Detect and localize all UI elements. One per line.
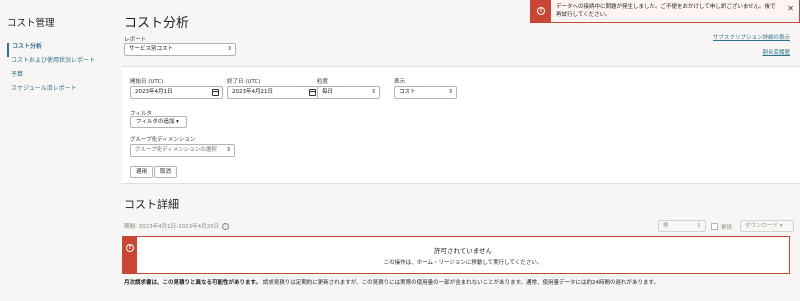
period-value: 期間: 2023年4月1日-2023年4月25日 (124, 224, 220, 230)
report-select[interactable]: サービス別コスト ⇕ (124, 43, 236, 56)
billing-note: 月次請求書は、この見積りと異なる可能性があります。 請求見積りは定期的に更新され… (124, 279, 800, 288)
show-select[interactable]: コスト ⇕ (394, 86, 457, 99)
report-label: レポート (124, 37, 147, 43)
caret-down-icon: ▾ (176, 119, 179, 125)
end-date-value: 2023年4月21日 (232, 89, 273, 95)
period-text: 期間: 2023年4月1日-2023年4月25日 i (124, 222, 230, 230)
error-side-bar: ! (123, 237, 137, 273)
show-value: コスト (399, 89, 416, 95)
cumulative-label: 累積 (721, 225, 733, 231)
info-icon[interactable]: i (222, 223, 230, 230)
download-label: ダウンロード (745, 223, 779, 229)
usage-history-link[interactable]: 割合変履歴 (713, 48, 790, 56)
header-links: サブスクリプション詳細の表示 割合変履歴 (713, 33, 790, 63)
start-date-field[interactable]: 2023年4月1日 (130, 86, 223, 99)
subscription-details-link[interactable]: サブスクリプション詳細の表示 (713, 33, 790, 41)
error-message: この操作は、ホーム・リージョンに移動して実行してください。 (383, 260, 543, 266)
sidebar-nav: コスト分析 コストおよび使用状況レポート 予算 スケジュール済レポート (7, 43, 107, 99)
start-date-label: 開始日 (UTC) (130, 79, 164, 85)
sidebar-item-scheduled-reports[interactable]: スケジュール済レポート (7, 85, 107, 99)
add-filter-button[interactable]: フィルタの追加 ▾ (130, 116, 187, 128)
granularity-value: 毎日 (322, 89, 334, 95)
updown-chevron-icon: ⇕ (226, 147, 231, 153)
sidebar: コスト管理 コスト分析 コストおよび使用状況レポート 予算 スケジュール済レポー… (0, 0, 110, 301)
updown-chevron-icon: ⇕ (371, 89, 376, 95)
filter-panel: 開始日 (UTC) 2023年4月1日 終了日 (UTC) 2023年4月21日… (122, 66, 800, 184)
main-content: コスト分析 レポート サービス別コスト ⇕ サブスクリプション詳細の表示 割合変… (110, 0, 800, 301)
group-dimension-select[interactable]: グループ化ディメンションの選択 ⇕ (130, 144, 235, 157)
error-title: 許可されていません (433, 247, 493, 255)
error-panel: ! 許可されていません この操作は、ホーム・リージョンに移動して実行してください… (122, 236, 790, 274)
start-date-value: 2023年4月1日 (135, 89, 173, 95)
download-button[interactable]: ダウンロード ▾ (740, 220, 794, 232)
report-select-value: サービス別コスト (129, 46, 174, 52)
apply-button[interactable]: 適用 (130, 166, 154, 178)
billing-note-text: 請求見積りは定期的に更新されますが、この見積りには実際の使用量の一部が含まれない… (262, 280, 659, 286)
updown-chevron-icon: ⇕ (448, 89, 453, 95)
page-title: コスト分析 (124, 16, 190, 31)
error-icon: ! (537, 7, 545, 15)
end-date-label: 終了日 (UTC) (227, 79, 261, 85)
error-icon: ! (126, 244, 134, 252)
chart-type-value: 棒 (663, 223, 669, 229)
updown-chevron-icon: ⇕ (696, 223, 701, 229)
sidebar-title: コスト管理 (7, 18, 55, 29)
chart-type-select[interactable]: 棒 ⇕ (658, 220, 706, 232)
calendar-icon[interactable] (309, 89, 316, 96)
sidebar-item-budgets[interactable]: 予算 (7, 71, 107, 85)
group-dimension-label: グループ化ディメンション (130, 137, 196, 143)
cancel-button[interactable]: 取消 (154, 166, 178, 178)
sidebar-item-cost-analysis[interactable]: コスト分析 (7, 43, 107, 57)
cumulative-checkbox[interactable] (711, 223, 718, 230)
close-icon[interactable]: ✕ (787, 4, 794, 13)
updown-chevron-icon: ⇕ (227, 46, 232, 52)
sidebar-item-cost-usage-reports[interactable]: コストおよび使用状況レポート (7, 57, 107, 71)
show-label: 表示 (394, 79, 406, 85)
error-toast: ! データへの接続中に問題が発生しました。ご不便をおかけして申し訳ございません。… (530, 0, 800, 23)
billing-note-bold: 月次請求書は、この見積りと異なる可能性があります。 (124, 280, 261, 286)
granularity-label: 粒度 (317, 79, 329, 85)
group-dimension-placeholder: グループ化ディメンションの選択 (135, 147, 217, 153)
end-date-field[interactable]: 2023年4月21日 (227, 86, 320, 99)
calendar-icon[interactable] (212, 89, 219, 96)
cost-details-title: コスト詳細 (124, 198, 179, 211)
add-filter-label: フィルタの追加 (136, 119, 175, 125)
caret-down-icon: ▾ (779, 223, 783, 229)
toast-message: データへの接続中に問題が発生しました。ご不便をおかけして申し訳ございません。後で… (556, 4, 776, 18)
toast-side-bar: ! (531, 0, 551, 22)
granularity-select[interactable]: 毎日 ⇕ (317, 86, 380, 99)
